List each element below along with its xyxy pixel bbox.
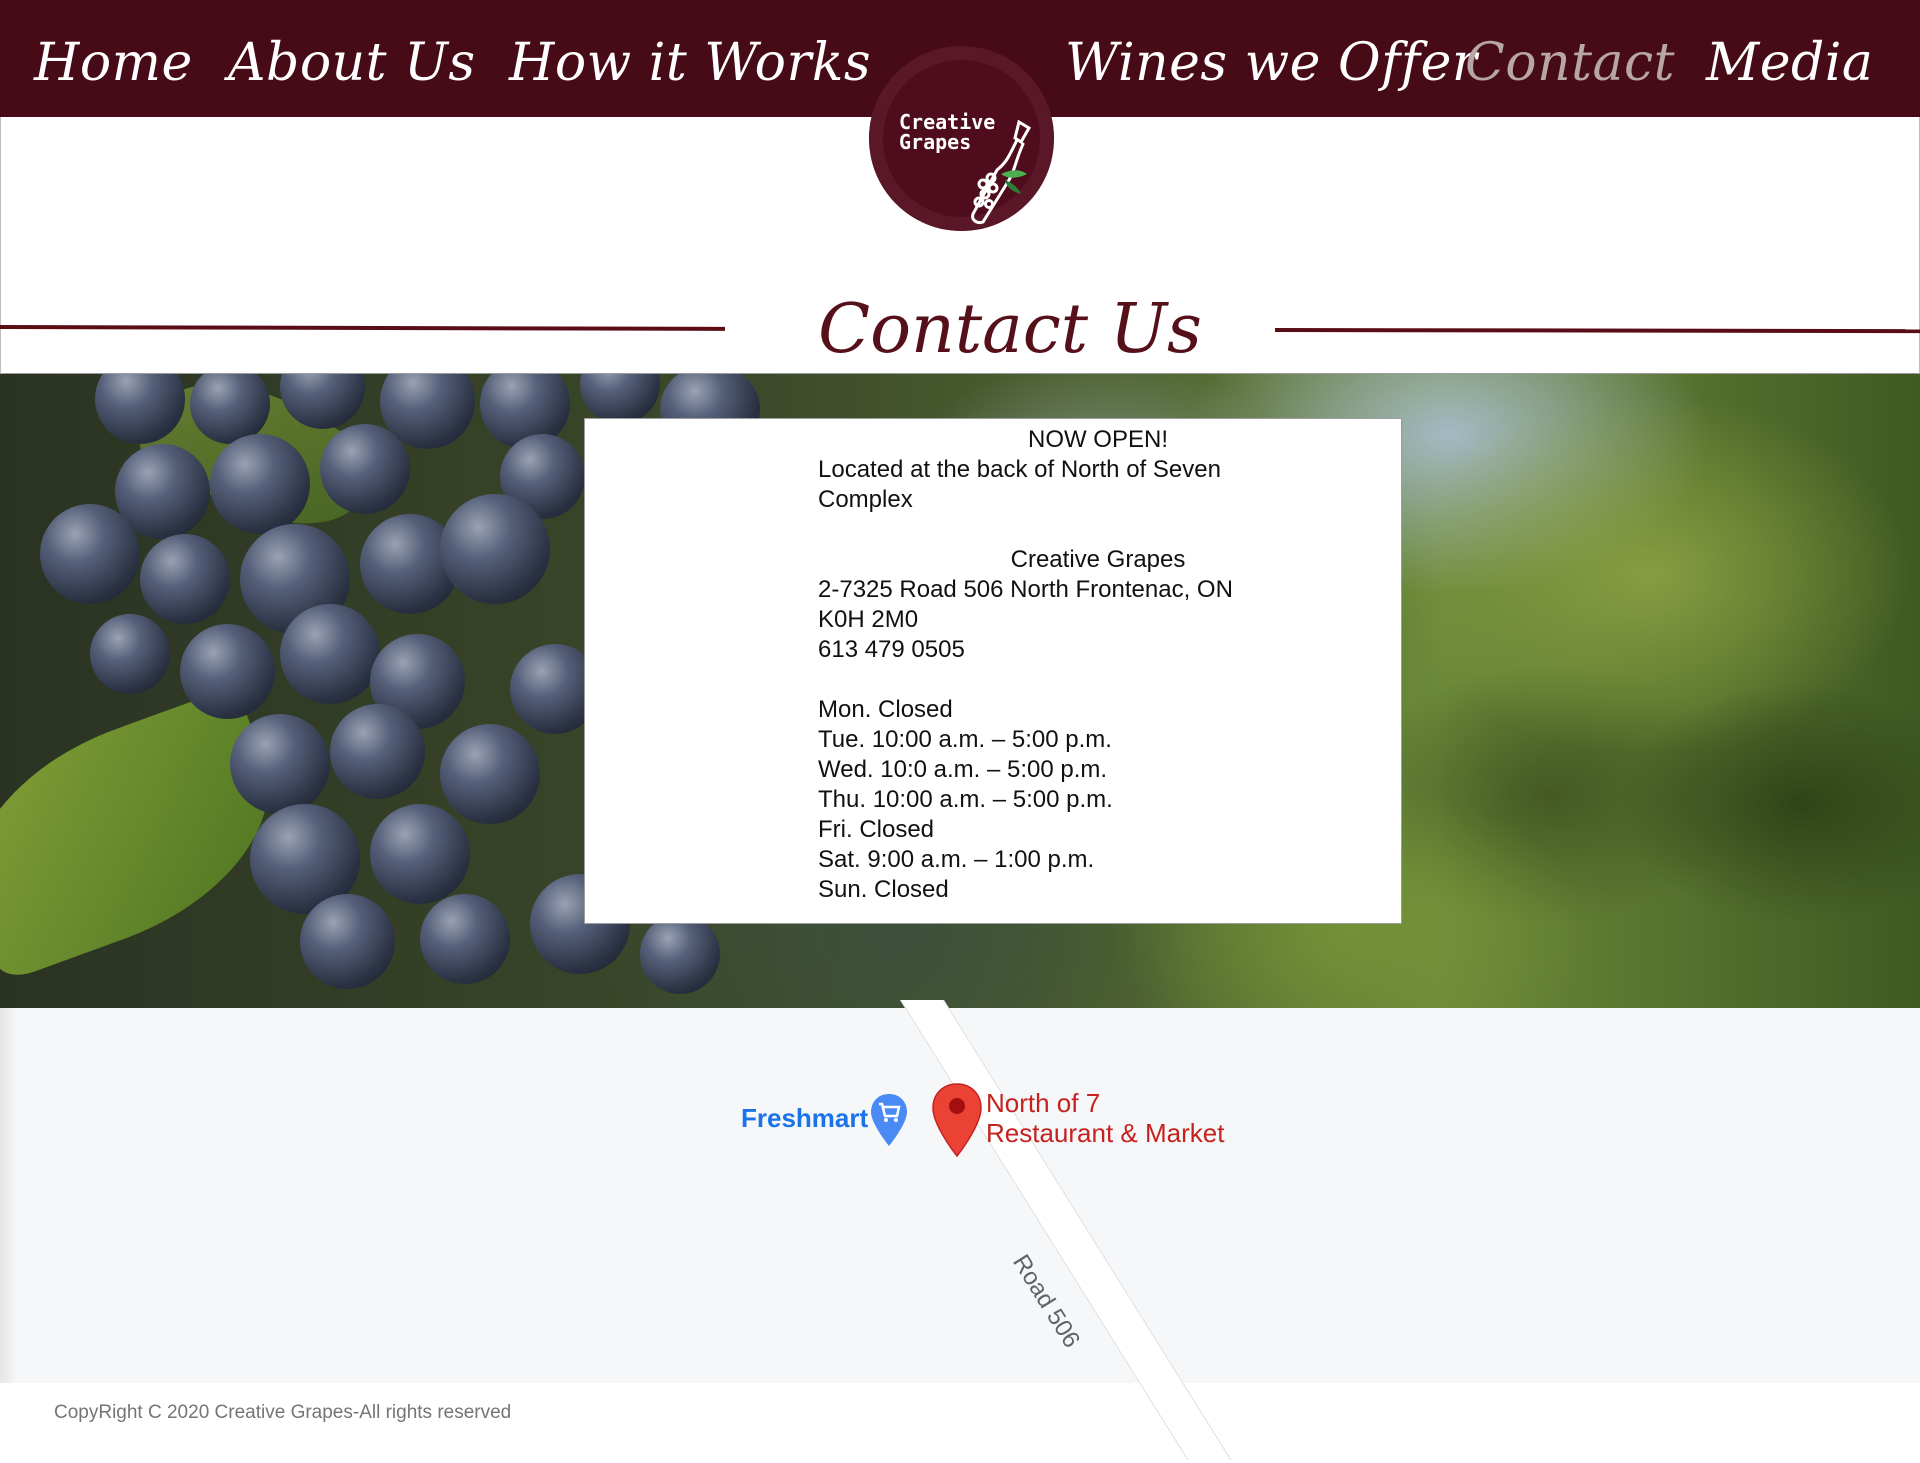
address-line: 2-7325 Road 506 North Frontenac, ON [818, 576, 1233, 603]
place-name-line1: North of 7 [986, 1088, 1101, 1118]
nav-how-it-works[interactable]: How it Works [509, 18, 871, 108]
place-name-label[interactable]: North of 7 Restaurant & Market [986, 1088, 1224, 1148]
hours-sunday: Sun. Closed [818, 876, 949, 903]
location-line: Complex [818, 486, 913, 513]
nav-home[interactable]: Home [34, 18, 193, 108]
postal-code: K0H 2M0 [818, 606, 919, 633]
page-title: Contact Us [818, 290, 1202, 369]
map-edge-shadow [0, 1008, 18, 1383]
hours-wednesday: Wed. 10:0 a.m. – 5:00 p.m. [818, 756, 1108, 783]
shopping-cart-pin-icon[interactable] [869, 1092, 909, 1148]
hours-monday: Mon. Closed [818, 696, 953, 723]
freshmart-label[interactable]: Freshmart [741, 1103, 868, 1134]
nav-media[interactable]: Media [1706, 18, 1873, 108]
business-name: Creative Grapes [1010, 546, 1186, 573]
nav-wines-we-offer[interactable]: Wines we Offer [1065, 18, 1477, 108]
hours-saturday: Sat. 9:00 a.m. – 1:00 p.m. [818, 846, 1095, 873]
hours-thursday: Thu. 10:00 a.m. – 5:00 p.m. [818, 786, 1113, 813]
hours-friday: Fri. Closed [818, 816, 935, 843]
location-line: Located at the back of North of Seven [818, 456, 1221, 483]
hours-tuesday: Tue. 10:00 a.m. – 5:00 p.m. [818, 726, 1112, 753]
nav-contact[interactable]: Contact [1465, 18, 1675, 108]
footer-copyright: CopyRight C 2020 Creative Grapes-All rig… [54, 1402, 512, 1423]
contact-info-card: NOW OPEN! Located at the back of North o… [584, 418, 1402, 924]
nav-about-us[interactable]: About Us [228, 18, 476, 108]
location-pin-icon[interactable] [931, 1082, 983, 1158]
place-name-line2: Restaurant & Market [986, 1118, 1225, 1148]
now-open-headline: NOW OPEN! [1027, 426, 1168, 453]
contact-info-text: NOW OPEN! Located at the back of North o… [818, 425, 1378, 905]
phone-number[interactable]: 613 479 0505 [818, 635, 1378, 665]
